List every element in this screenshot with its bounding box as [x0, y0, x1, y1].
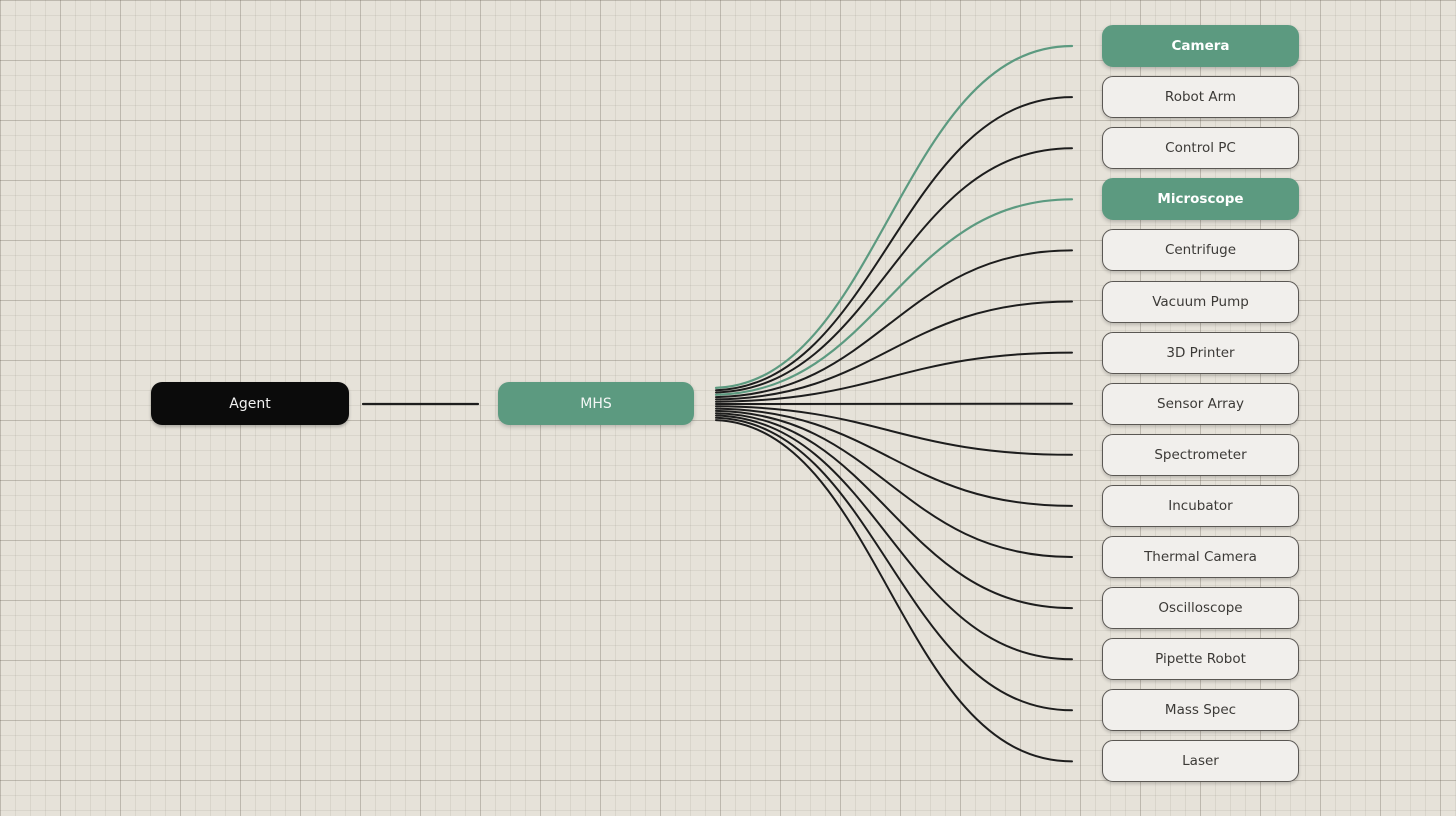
device-node-label: Oscilloscope [1158, 600, 1243, 617]
connector-hub-mass-spec [715, 416, 1073, 712]
device-node-label: 3D Printer [1166, 344, 1235, 361]
agent-node-label: Agent [229, 395, 271, 412]
device-node-label: Centrifuge [1164, 242, 1237, 259]
device-node-label: Control PC [1165, 140, 1236, 157]
connector-hub-control-pc [715, 147, 1073, 394]
connector-hub-robot-arm [715, 96, 1073, 392]
device-node-microscope[interactable]: Microscope [1102, 178, 1299, 221]
connector-hub-laser [715, 419, 1073, 763]
agent-node[interactable]: Agent [151, 382, 349, 425]
connector-hub-microscope [714, 198, 1074, 396]
hub-node[interactable]: MHS [498, 382, 694, 425]
device-node-incubator[interactable]: Incubator [1102, 484, 1299, 527]
connector-hub-camera [714, 44, 1074, 389]
device-node-thermal-camera[interactable]: Thermal Camera [1102, 536, 1299, 578]
device-node-label: Laser [1182, 753, 1219, 770]
device-node-robot-arm[interactable]: Robot Arm [1102, 76, 1299, 119]
device-node-label: Vacuum Pump [1152, 293, 1249, 310]
device-node-vacuum-pump[interactable]: Vacuum Pump [1102, 280, 1299, 323]
device-node-3d-printer[interactable]: 3D Printer [1102, 331, 1299, 374]
device-node-spectrometer[interactable]: Spectrometer [1102, 433, 1299, 476]
connector-hub-thermal-camera [715, 409, 1073, 558]
device-node-label: Robot Arm [1164, 89, 1237, 106]
device-node-camera[interactable]: Camera [1102, 25, 1299, 67]
device-node-label: Incubator [1168, 497, 1233, 514]
device-node-label: Microscope [1157, 191, 1244, 208]
device-node-sensor-array[interactable]: Sensor Array [1102, 382, 1299, 425]
device-node-centrifuge[interactable]: Centrifuge [1102, 229, 1299, 272]
connector-hub-oscilloscope [715, 412, 1073, 610]
device-node-pipette-robot[interactable]: Pipette Robot [1102, 638, 1299, 681]
device-node-label: Pipette Robot [1155, 651, 1246, 668]
device-node-laser[interactable]: Laser [1102, 740, 1299, 783]
device-node-label: Sensor Array [1157, 395, 1244, 412]
device-node-label: Spectrometer [1154, 446, 1247, 463]
device-node-label: Thermal Camera [1144, 549, 1257, 565]
device-node-control-pc[interactable]: Control PC [1102, 127, 1299, 170]
device-node-label: Mass Spec [1164, 702, 1237, 719]
device-node-label: Camera [1171, 38, 1230, 54]
architecture-diagram: Agent MHS Camera Robot Arm Control PC Micro… [0, 0, 1456, 816]
device-node-mass-spec[interactable]: Mass Spec [1102, 689, 1299, 732]
device-node-oscilloscope[interactable]: Oscilloscope [1102, 587, 1299, 630]
hub-node-label: MHS [580, 395, 612, 412]
